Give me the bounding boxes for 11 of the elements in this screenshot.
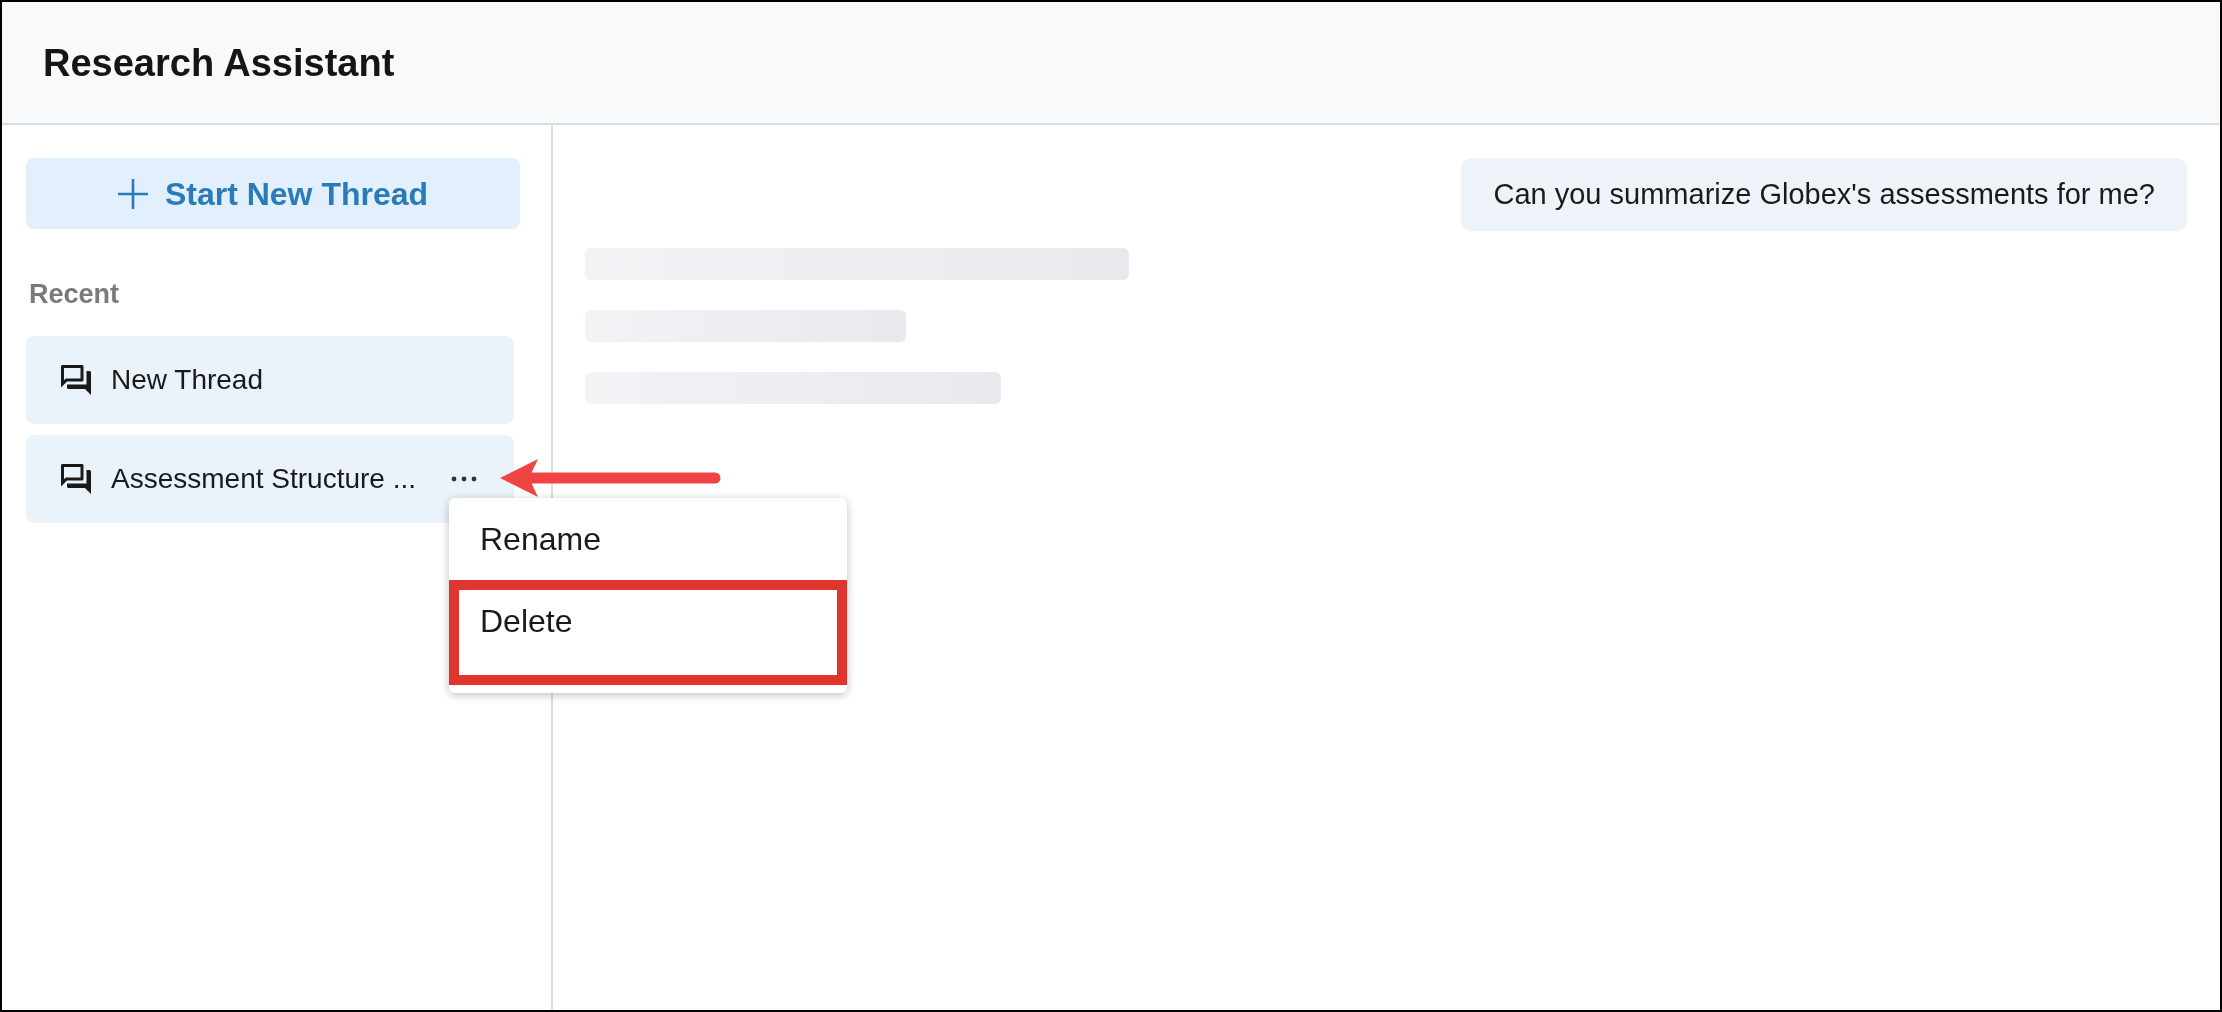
chat-bubbles-icon <box>61 464 91 494</box>
section-label: Recent <box>28 279 120 309</box>
plus-icon <box>117 178 148 209</box>
thread-item[interactable]: New Thread <box>26 336 514 424</box>
user-message: Can you summarize Globex's assessments for me? <box>1461 158 2187 231</box>
new-thread-button[interactable]: Start New Thread <box>26 158 520 229</box>
thread-item[interactable]: Assessment Structure ... <box>26 435 514 523</box>
window-title: Research Assistant <box>43 43 395 82</box>
chat-bubbles-icon <box>61 365 91 395</box>
more-icon[interactable] <box>451 476 477 482</box>
menu-item[interactable]: Delete <box>449 580 847 662</box>
